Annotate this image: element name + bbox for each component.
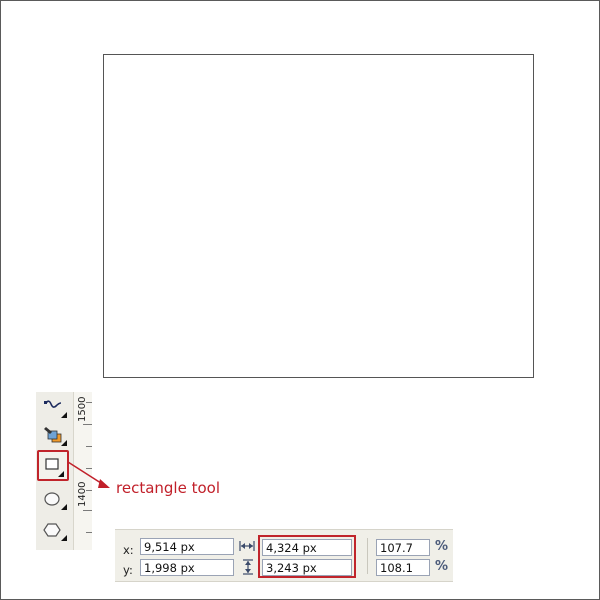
rectangle-tool-callout: rectangle tool	[116, 479, 220, 497]
x-label: x:	[123, 543, 134, 557]
scale-y-field[interactable]: 108.1	[376, 559, 430, 576]
scale-x-field[interactable]: 107.7	[376, 539, 430, 556]
vertical-size-icon	[243, 559, 253, 575]
y-label: y:	[123, 563, 133, 577]
property-bar: x: y: 9,514 px 1,998 px 4,324 px 3,243 p…	[115, 529, 453, 582]
height-field[interactable]: 3,243 px	[262, 559, 352, 576]
width-field[interactable]: 4,324 px	[262, 539, 352, 556]
y-position-field[interactable]: 1,998 px	[140, 559, 234, 576]
separator	[367, 538, 368, 574]
percent-label: %	[435, 539, 449, 554]
x-position-field[interactable]: 9,514 px	[140, 538, 234, 555]
callout-arrow	[67, 461, 110, 488]
horizontal-size-icon	[239, 541, 255, 551]
percent-label: %	[435, 559, 449, 574]
